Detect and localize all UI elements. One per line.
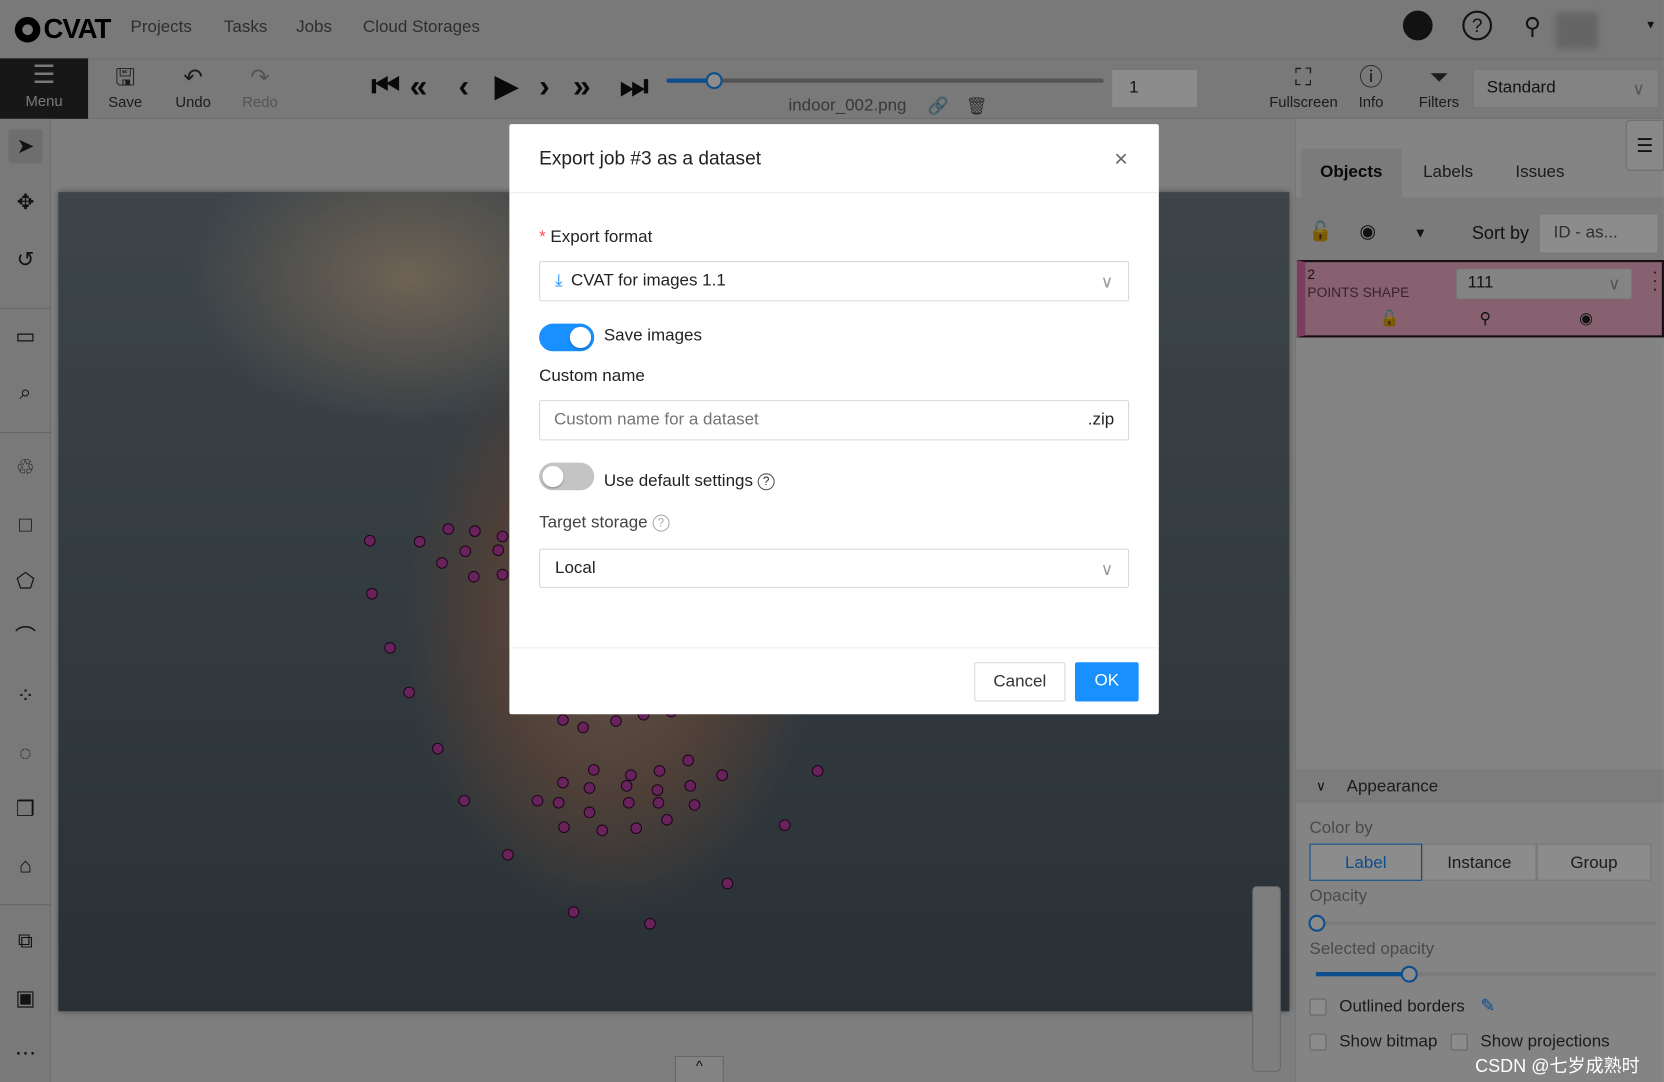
custom-name-input[interactable]: [540, 401, 1071, 440]
help-icon[interactable]: ?: [757, 473, 775, 491]
target-storage-value: Local: [555, 559, 596, 578]
use-default-settings-toggle[interactable]: [539, 462, 595, 491]
divider: [509, 192, 1159, 194]
modal-title: Export job #3 as a dataset: [539, 147, 762, 169]
close-icon[interactable]: ×: [1114, 145, 1128, 173]
watermark: CSDN @七岁成熟时: [1475, 1055, 1640, 1077]
zip-suffix: .zip: [1087, 410, 1115, 429]
target-storage-label: Target storage: [539, 513, 648, 532]
download-icon: ⤓: [555, 271, 563, 290]
toggle-knob: [542, 465, 564, 488]
ok-button[interactable]: OK: [1074, 662, 1139, 702]
export-dataset-modal: Export job #3 as a dataset × * Export fo…: [509, 124, 1159, 715]
cancel-button[interactable]: Cancel: [974, 662, 1066, 702]
export-format-select[interactable]: ⤓ CVAT for images 1.1 ∨: [539, 261, 1130, 302]
divider: [509, 647, 1159, 649]
custom-name-label: Custom name: [539, 367, 645, 386]
chevron-down-icon: ∨: [1100, 561, 1114, 580]
help-icon[interactable]: ?: [652, 514, 670, 532]
custom-name-field[interactable]: .zip: [539, 400, 1130, 441]
save-images-label: Save images: [603, 326, 702, 345]
use-default-settings-label: Use default settings: [603, 472, 753, 491]
export-format-value: CVAT for images 1.1: [571, 271, 726, 290]
required-marker: *: [539, 228, 551, 247]
chevron-down-icon: ∨: [1100, 273, 1114, 292]
export-format-label: Export format: [550, 228, 653, 247]
toggle-knob: [569, 326, 592, 349]
save-images-toggle[interactable]: [539, 323, 595, 352]
target-storage-select[interactable]: Local ∨: [539, 548, 1130, 588]
